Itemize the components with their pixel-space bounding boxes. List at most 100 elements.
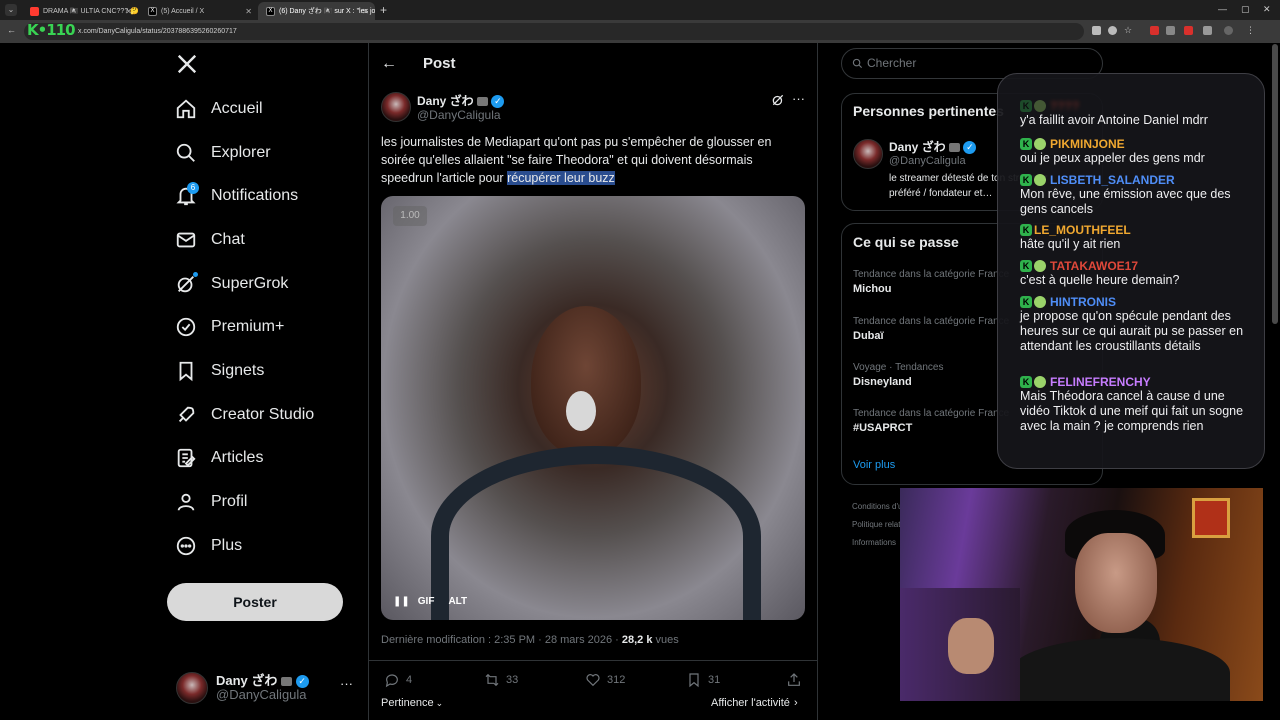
nav-item-notifications[interactable]: 6 Notifications [175, 181, 298, 211]
author-name[interactable]: Dany ざわ ✓ [417, 92, 505, 109]
gif-steering-wheel [431, 446, 761, 620]
whats-happening-title: Ce qui se passe [853, 234, 959, 250]
heart-icon [586, 674, 600, 687]
maximize-button[interactable]: ▢ [1241, 4, 1250, 15]
author-handle[interactable]: @DanyCaligula [417, 108, 501, 122]
account-switcher[interactable]: Dany ざわ ✓ @DanyCaligula ··· [176, 670, 356, 706]
like-button[interactable]: 312 [585, 672, 625, 688]
sort-dropdown[interactable]: Pertinence ⌄ [381, 697, 443, 709]
bookmark-icon [689, 673, 699, 688]
repost-count: 33 [506, 674, 519, 686]
nav-item-premium[interactable]: Premium+ [175, 312, 284, 342]
chat-username: K HINTRONIS [1020, 294, 1256, 309]
close-tab-icon[interactable]: ✕ [125, 7, 132, 16]
back-arrow-icon[interactable]: ← [381, 55, 397, 73]
trend-item[interactable]: #USAPRCT [853, 422, 912, 434]
wall-frame [1192, 498, 1230, 538]
reply-button[interactable]: 4 [384, 672, 412, 688]
url-field[interactable]: x.com/DanyCaligula/status/20378863952602… [24, 23, 1084, 40]
search-icon [852, 58, 863, 69]
close-tab-icon[interactable]: ✕ [245, 7, 252, 16]
person-name[interactable]: Dany ざわ ✓ [889, 138, 977, 155]
sub-badge-icon: K [1020, 223, 1032, 236]
repost-button[interactable]: 33 [484, 672, 518, 688]
person-avatar[interactable] [853, 139, 883, 169]
extension-icon[interactable] [1184, 26, 1193, 35]
nav-item-supergrok[interactable]: SuperGrok [175, 269, 288, 299]
chat-text: oui je peux appeler des gens mdr [1020, 151, 1205, 165]
sub-badge-icon: K [1020, 295, 1032, 308]
nav-item-explorer[interactable]: Explorer [175, 138, 271, 168]
person-handle: @DanyCaligula [889, 155, 966, 167]
chat-username: K PIKMINJONE [1020, 136, 1256, 151]
nav-item-articles[interactable]: Articles [175, 443, 263, 473]
playback-speed-badge[interactable]: 1.00 [393, 206, 427, 226]
new-dot-indicator [193, 272, 198, 277]
trend-item[interactable]: Dubaï [853, 330, 884, 342]
menu-kebab-icon[interactable]: ⋮ [1246, 26, 1255, 35]
verified-badge-icon: ✓ [963, 141, 977, 155]
nav-item-accueil[interactable]: Accueil [175, 94, 263, 124]
page-title: Post [423, 55, 456, 72]
x-logo-icon[interactable] [176, 53, 198, 80]
new-tab-button[interactable]: + [380, 3, 387, 17]
see-more-link[interactable]: Voir plus [853, 459, 895, 471]
nav-label: Notifications [211, 187, 299, 204]
nav-item-signets[interactable]: Signets [175, 356, 264, 386]
trend-item[interactable]: Disneyland [853, 376, 912, 388]
page-scrollbar[interactable] [1272, 44, 1278, 324]
share-button[interactable] [786, 672, 802, 693]
emote-badge-icon [1034, 137, 1046, 150]
flag-icon [477, 97, 489, 107]
person-bio-2: préféré / fondateur et… [889, 188, 993, 199]
like-count: 312 [607, 674, 626, 686]
emote-badge-icon [1034, 375, 1046, 388]
tab-title: (5) Accueil / X [161, 7, 205, 15]
emote-badge-icon [1034, 259, 1046, 272]
trend-item[interactable]: Michou [853, 283, 892, 295]
bookmark-button[interactable]: 31 [686, 672, 720, 688]
puzzle-icon[interactable] [1203, 26, 1212, 35]
post-text: les journalistes de Mediapart qu'ont pas… [381, 133, 801, 187]
star-icon[interactable]: ☆ [1124, 26, 1133, 35]
browser-tab-3-active[interactable]: X (6) Dany ざわ 🏴‍☠️ sur X : "les jou... ✕ [258, 2, 375, 20]
minimize-button[interactable]: — [1218, 4, 1227, 14]
close-tab-icon[interactable]: ✕ [362, 7, 369, 16]
nav-item-chat[interactable]: Chat [175, 225, 245, 255]
close-window-button[interactable]: ✕ [1263, 4, 1271, 15]
sort-label: Pertinence [381, 697, 434, 709]
back-arrow-icon[interactable]: ← [7, 25, 16, 35]
emote-badge-icon [1034, 173, 1046, 186]
media-controls: ❚❚ GIF ALT [393, 596, 467, 607]
profile-icon[interactable] [1224, 26, 1233, 35]
browser-tab-2[interactable]: X (5) Accueil / X ✕ [140, 2, 258, 20]
flag-icon [949, 143, 961, 153]
extension-icon[interactable] [1092, 26, 1101, 35]
zoom-icon[interactable] [1108, 26, 1117, 35]
streamer-face [1075, 533, 1157, 633]
chat-text: c'est à quelle heure demain? [1020, 273, 1180, 287]
nav-item-creator-studio[interactable]: Creator Studio [175, 400, 314, 430]
nav-label: Signets [211, 362, 265, 379]
url-text: x.com/DanyCaligula/status/20378863952602… [78, 28, 237, 35]
post-media-gif[interactable]: 1.00 ❚❚ GIF ALT [381, 196, 805, 620]
alt-button[interactable]: ALT [448, 596, 467, 607]
stream-overlay-logo: K•110 [27, 21, 76, 39]
author-avatar[interactable] [381, 92, 411, 122]
post-button[interactable]: Poster [167, 583, 343, 621]
pause-icon[interactable]: ❚❚ [393, 596, 410, 607]
chevron-down-icon: ⌄ [435, 697, 444, 708]
nav-item-plus[interactable]: Plus [175, 531, 242, 561]
account-more-icon[interactable]: ··· [340, 676, 353, 691]
nav-item-profil[interactable]: Profil [175, 487, 247, 517]
grok-icon[interactable] [771, 93, 785, 112]
tab-search-button[interactable]: ⌄ [5, 4, 17, 16]
extension-icon[interactable] [1166, 26, 1175, 35]
view-activity-link[interactable]: Afficher l'activité › [711, 697, 798, 709]
post-more-icon[interactable]: ··· [792, 91, 805, 106]
pdf-extension-icon[interactable] [1150, 26, 1159, 35]
browser-tab-1[interactable]: DRAMA 🏴‍☠️ ULTIA CNC??? 🤔🚽 ✕ [22, 2, 138, 20]
footer-link[interactable]: Informations [852, 538, 896, 547]
x-favicon-icon: X [148, 6, 157, 16]
relevant-people-title: Personnes pertinentes [853, 103, 1004, 119]
